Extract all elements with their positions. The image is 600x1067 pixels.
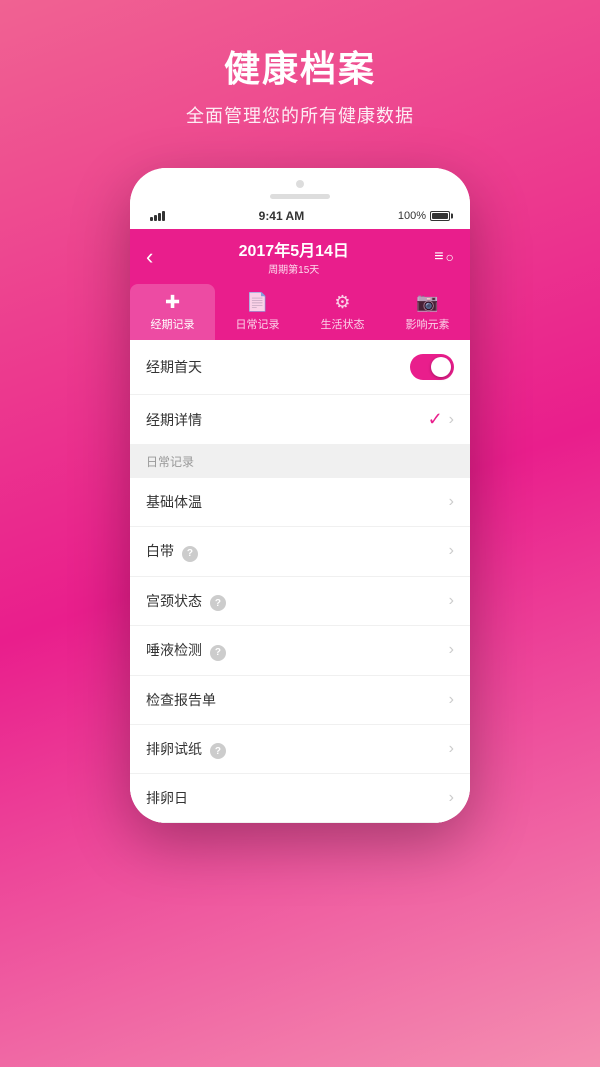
row-ovulation-test[interactable]: 排卵试纸 ? › bbox=[130, 725, 470, 775]
tab-daily[interactable]: 📄 日常记录 bbox=[215, 284, 300, 340]
tab-daily-label: 日常记录 bbox=[236, 316, 280, 332]
period-detail-label: 经期详情 bbox=[146, 410, 202, 430]
tabs-bar: ✚ 经期记录 📄 日常记录 ⚙ 生活状态 📷 影响元素 bbox=[130, 284, 470, 340]
row-ovulation-day[interactable]: 排卵日 › bbox=[130, 774, 470, 823]
period-first-day-right bbox=[410, 354, 454, 380]
battery-icon bbox=[430, 211, 450, 221]
chevron-icon: › bbox=[449, 411, 454, 429]
back-button[interactable]: ‹ bbox=[146, 244, 153, 270]
daily-icon: 📄 bbox=[246, 292, 268, 313]
factors-icon: 📷 bbox=[416, 292, 438, 313]
content-area: 经期首天 经期详情 ✓ › 日常记录 基础体温 › 白带 ? › bbox=[130, 340, 470, 823]
settings-button[interactable]: ≡ ○ bbox=[434, 248, 454, 266]
row-cervix[interactable]: 宫颈状态 ? › bbox=[130, 577, 470, 627]
signal-bar-1 bbox=[150, 217, 153, 221]
base-temp-label: 基础体温 bbox=[146, 492, 202, 512]
chevron-icon: › bbox=[449, 542, 454, 560]
cervix-help-icon[interactable]: ? bbox=[210, 595, 226, 611]
row-base-temp[interactable]: 基础体温 › bbox=[130, 478, 470, 527]
discharge-help-icon[interactable]: ? bbox=[182, 546, 198, 562]
saliva-help-icon[interactable]: ? bbox=[210, 645, 226, 661]
page-title: 健康档案 bbox=[20, 40, 580, 92]
signal-indicator bbox=[150, 211, 165, 221]
phone-mockup: 9:41 AM 100% ‹ 2017年5月14日 周期第15天 ≡ ○ ✚ 经… bbox=[130, 168, 470, 823]
row-period-first-day[interactable]: 经期首天 bbox=[130, 340, 470, 395]
chevron-icon: › bbox=[449, 740, 454, 758]
cervix-label: 宫颈状态 bbox=[146, 593, 202, 609]
chevron-icon: › bbox=[449, 691, 454, 709]
period-first-day-label: 经期首天 bbox=[146, 357, 202, 377]
discharge-label-area: 白带 ? bbox=[146, 541, 198, 562]
status-time: 9:41 AM bbox=[259, 209, 305, 223]
nav-center: 2017年5月14日 周期第15天 bbox=[239, 237, 349, 276]
row-saliva[interactable]: 唾液检测 ? › bbox=[130, 626, 470, 676]
ovulation-test-label-area: 排卵试纸 ? bbox=[146, 739, 226, 760]
tab-life[interactable]: ⚙ 生活状态 bbox=[300, 284, 385, 340]
nav-bar: ‹ 2017年5月14日 周期第15天 ≡ ○ bbox=[130, 229, 470, 284]
tab-life-label: 生活状态 bbox=[321, 316, 365, 332]
page-subtitle: 全面管理您的所有健康数据 bbox=[20, 102, 580, 128]
life-icon: ⚙ bbox=[334, 292, 350, 313]
discharge-label: 白带 bbox=[146, 543, 174, 559]
chevron-icon: › bbox=[449, 592, 454, 610]
section-header-daily: 日常记录 bbox=[130, 445, 470, 478]
row-period-detail[interactable]: 经期详情 ✓ › bbox=[130, 395, 470, 445]
row-discharge[interactable]: 白带 ? › bbox=[130, 527, 470, 577]
header-section: 健康档案 全面管理您的所有健康数据 bbox=[0, 0, 600, 148]
tab-factors-label: 影响元素 bbox=[406, 316, 450, 332]
battery-fill bbox=[432, 213, 448, 219]
list-icon: ≡ bbox=[434, 248, 442, 266]
period-detail-right: ✓ › bbox=[428, 409, 454, 430]
chevron-icon: › bbox=[449, 493, 454, 511]
tab-period[interactable]: ✚ 经期记录 bbox=[130, 284, 215, 340]
tab-period-label: 经期记录 bbox=[151, 316, 195, 332]
period-toggle[interactable] bbox=[410, 354, 454, 380]
ovulation-test-label: 排卵试纸 bbox=[146, 741, 202, 757]
chevron-icon: › bbox=[449, 641, 454, 659]
ovulation-test-help-icon[interactable]: ? bbox=[210, 743, 226, 759]
chevron-icon: › bbox=[449, 789, 454, 807]
row-report[interactable]: 检查报告单 › bbox=[130, 676, 470, 725]
cervix-label-area: 宫颈状态 ? bbox=[146, 591, 226, 612]
status-right: 100% bbox=[398, 210, 450, 222]
camera-dot bbox=[296, 180, 304, 188]
signal-bar-3 bbox=[158, 213, 161, 221]
signal-bar-4 bbox=[162, 211, 165, 221]
speaker-bar bbox=[270, 194, 330, 199]
ovulation-day-label: 排卵日 bbox=[146, 788, 188, 808]
saliva-label: 唾液检测 bbox=[146, 642, 202, 658]
check-icon: ✓ bbox=[428, 409, 443, 430]
status-bar: 9:41 AM 100% bbox=[150, 207, 450, 229]
saliva-label-area: 唾液检测 ? bbox=[146, 640, 226, 661]
battery-percent: 100% bbox=[398, 210, 426, 222]
report-label: 检查报告单 bbox=[146, 690, 216, 710]
signal-bar-2 bbox=[154, 215, 157, 221]
tab-factors[interactable]: 📷 影响元素 bbox=[385, 284, 470, 340]
nav-date: 2017年5月14日 bbox=[239, 237, 349, 261]
settings-circle-icon: ○ bbox=[446, 249, 454, 265]
nav-cycle-day: 周期第15天 bbox=[239, 261, 349, 276]
phone-top: 9:41 AM 100% bbox=[130, 168, 470, 229]
period-icon: ✚ bbox=[165, 292, 180, 313]
